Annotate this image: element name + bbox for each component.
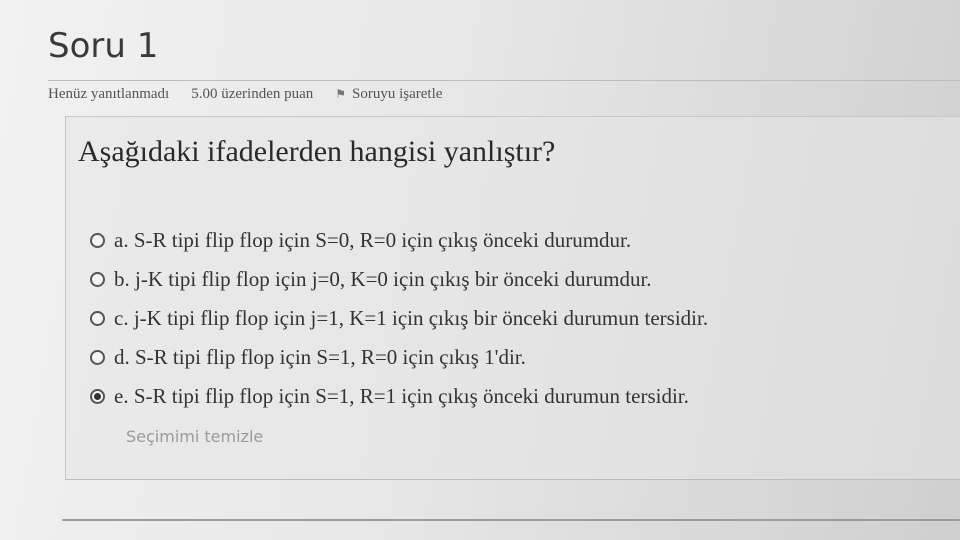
flag-question-label: Soruyu işaretle <box>352 86 443 102</box>
radio-button[interactable] <box>90 389 105 404</box>
answer-label: a. S-R tipi flip flop için S=0, R=0 için… <box>114 228 632 252</box>
quiz-screen: Soru 1 Henüz yanıtlanmadı 5.00 üzerinden… <box>0 0 960 540</box>
question-content: Aşağıdaki ifadelerden hangisi yanlıştır?… <box>65 116 960 480</box>
answer-option-d[interactable]: d. S-R tipi flip flop için S=1, R=0 için… <box>90 338 708 377</box>
radio-button[interactable] <box>90 272 105 287</box>
answer-option-b[interactable]: b. j-K tipi flip flop için j=0, K=0 için… <box>90 260 708 299</box>
answer-option-c[interactable]: c. j-K tipi flip flop için j=1, K=1 için… <box>90 299 708 338</box>
radio-button[interactable] <box>90 233 105 248</box>
answer-option-a[interactable]: a. S-R tipi flip flop için S=0, R=0 için… <box>90 221 708 260</box>
question-points: 5.00 üzerinden puan <box>191 86 314 102</box>
answer-options: a. S-R tipi flip flop için S=0, R=0 için… <box>90 221 708 416</box>
flag-question-link[interactable]: ⚑ Soruyu işaretle <box>335 86 442 103</box>
radio-button[interactable] <box>90 311 105 326</box>
page-title: Soru 1 <box>48 26 159 66</box>
answer-label: e. S-R tipi flip flop için S=1, R=1 için… <box>114 384 689 408</box>
bottom-divider <box>62 519 960 521</box>
question-text: Aşağıdaki ifadelerden hangisi yanlıştır? <box>78 135 556 168</box>
radio-button[interactable] <box>90 350 105 365</box>
answer-option-e[interactable]: e. S-R tipi flip flop için S=1, R=1 için… <box>90 377 708 416</box>
answer-label: b. j-K tipi flip flop için j=0, K=0 için… <box>114 267 652 291</box>
question-status: Henüz yanıtlanmadı <box>48 86 170 102</box>
answer-label: c. j-K tipi flip flop için j=1, K=1 için… <box>114 306 709 330</box>
clear-selection-link[interactable]: Seçimimi temizle <box>126 427 263 446</box>
flag-icon: ⚑ <box>335 87 347 101</box>
question-info: Henüz yanıtlanmadı 5.00 üzerinden puan ⚑… <box>48 86 442 103</box>
answer-label: d. S-R tipi flip flop için S=1, R=0 için… <box>114 345 526 369</box>
title-divider <box>48 80 960 81</box>
